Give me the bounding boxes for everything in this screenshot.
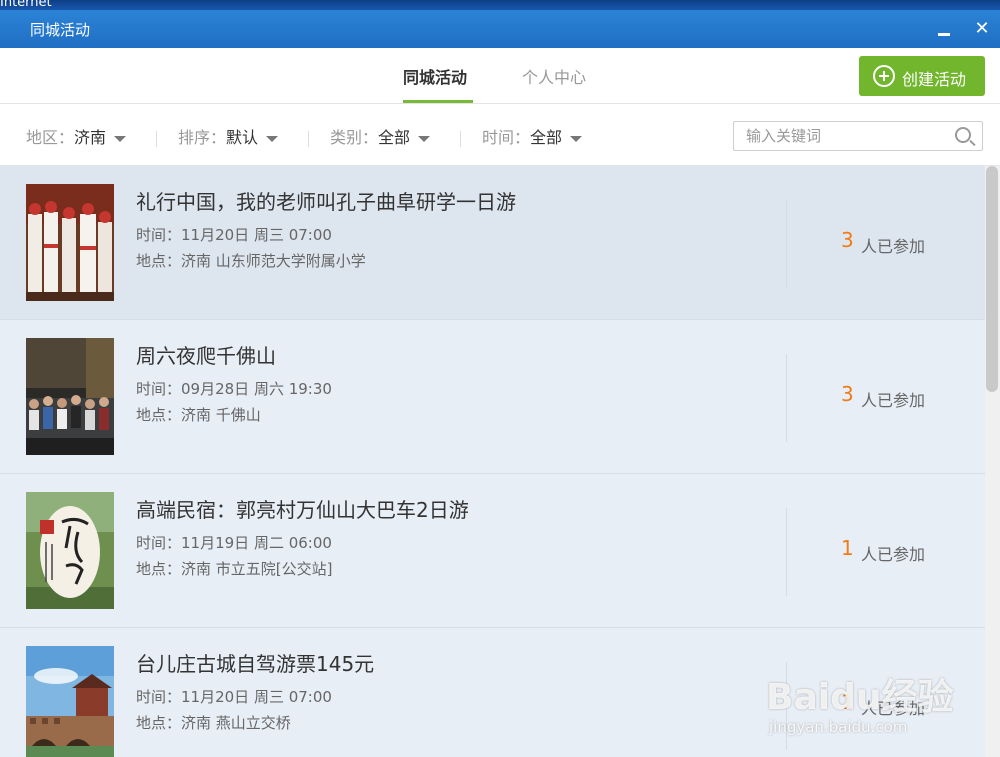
- event-item[interactable]: 高端民宿：郭亮村万仙山大巴车2日游 时间：11月19日 周二 06:00 地点：…: [0, 474, 985, 628]
- participant-label: 人已参加: [861, 237, 926, 256]
- tab-bar: 同城活动 个人中心 创建活动: [0, 48, 1000, 104]
- event-place: 地点：济南 市立五院[公交站]: [136, 560, 333, 578]
- create-event-button[interactable]: 创建活动: [859, 56, 985, 96]
- filter-time-key: 时间：: [482, 128, 531, 147]
- filter-bar: 地区：济南 排序：默认 类别：全部 时间：全部: [0, 104, 1000, 166]
- event-thumbnail: [26, 492, 114, 609]
- participant-count: 3: [841, 228, 854, 252]
- tab-personal-center[interactable]: 个人中心: [522, 64, 586, 88]
- desktop-label: Internet: [0, 0, 52, 10]
- watermark-logo: Baidu经验: [766, 677, 954, 718]
- filter-sort-value: 默认: [226, 128, 259, 147]
- event-time: 时间：11月19日 周二 06:00: [136, 534, 332, 552]
- event-place: 地点：济南 山东师范大学附属小学: [136, 252, 366, 270]
- event-item[interactable]: 周六夜爬千佛山 时间：09月28日 周六 19:30 地点：济南 千佛山 3 人…: [0, 320, 985, 474]
- filter-time[interactable]: 时间：全部: [482, 124, 583, 148]
- search-box: [733, 121, 983, 151]
- event-item[interactable]: 礼行中国，我的老师叫孔子曲阜研学一日游 时间：11月20日 周三 07:00 地…: [0, 166, 985, 320]
- participant-count: 1: [841, 536, 854, 560]
- event-title[interactable]: 台儿庄古城自驾游票145元: [136, 648, 374, 677]
- scrollbar-thumb[interactable]: [986, 166, 998, 392]
- create-event-label: 创建活动: [902, 70, 967, 89]
- filter-category[interactable]: 类别：全部: [330, 124, 431, 148]
- caret-down-icon: [570, 135, 583, 142]
- filter-region-key: 地区：: [26, 128, 75, 147]
- window-titlebar[interactable]: 同城活动 ✕: [0, 10, 1000, 48]
- event-title[interactable]: 高端民宿：郭亮村万仙山大巴车2日游: [136, 494, 469, 523]
- window-title: 同城活动: [30, 21, 91, 39]
- filter-category-key: 类别：: [330, 128, 379, 147]
- participant-count: 3: [841, 382, 854, 406]
- search-icon[interactable]: [955, 127, 971, 143]
- filter-region[interactable]: 地区：济南: [26, 124, 127, 148]
- item-divider: [786, 200, 787, 288]
- event-thumbnail: [26, 338, 114, 455]
- filter-divider: [156, 131, 157, 147]
- participant-label: 人已参加: [861, 391, 926, 410]
- event-time: 时间：11月20日 周三 07:00: [136, 226, 332, 244]
- close-icon: ✕: [974, 18, 990, 39]
- filter-divider: [308, 131, 309, 147]
- event-title[interactable]: 周六夜爬千佛山: [136, 340, 276, 369]
- caret-down-icon: [114, 135, 127, 142]
- event-time: 时间：09月28日 周六 19:30: [136, 380, 332, 398]
- caret-down-icon: [266, 135, 279, 142]
- filter-region-value: 济南: [74, 128, 107, 147]
- event-thumbnail: [26, 646, 114, 757]
- filter-sort-key: 排序：: [178, 128, 227, 147]
- filter-divider: [460, 131, 461, 147]
- item-divider: [786, 508, 787, 596]
- event-thumbnail: [26, 184, 114, 301]
- plus-circle-icon: [873, 65, 895, 87]
- event-place: 地点：济南 千佛山: [136, 406, 261, 424]
- search-input[interactable]: [734, 122, 948, 150]
- active-tab-indicator: [403, 100, 473, 103]
- filter-time-value: 全部: [530, 128, 563, 147]
- item-divider: [786, 354, 787, 442]
- close-button[interactable]: ✕: [968, 15, 996, 43]
- filter-category-value: 全部: [378, 128, 411, 147]
- event-title[interactable]: 礼行中国，我的老师叫孔子曲阜研学一日游: [136, 186, 516, 215]
- event-time: 时间：11月20日 周三 07:00: [136, 688, 332, 706]
- watermark-url: jingyan.baidu.com: [769, 718, 908, 736]
- caret-down-icon: [418, 135, 431, 142]
- tab-city-events[interactable]: 同城活动: [403, 64, 467, 88]
- minimize-button[interactable]: [930, 15, 958, 43]
- minimize-icon: [938, 33, 950, 36]
- participant-label: 人已参加: [861, 545, 926, 564]
- event-place: 地点：济南 燕山立交桥: [136, 714, 291, 732]
- scrollbar[interactable]: [985, 166, 1000, 757]
- filter-sort[interactable]: 排序：默认: [178, 124, 279, 148]
